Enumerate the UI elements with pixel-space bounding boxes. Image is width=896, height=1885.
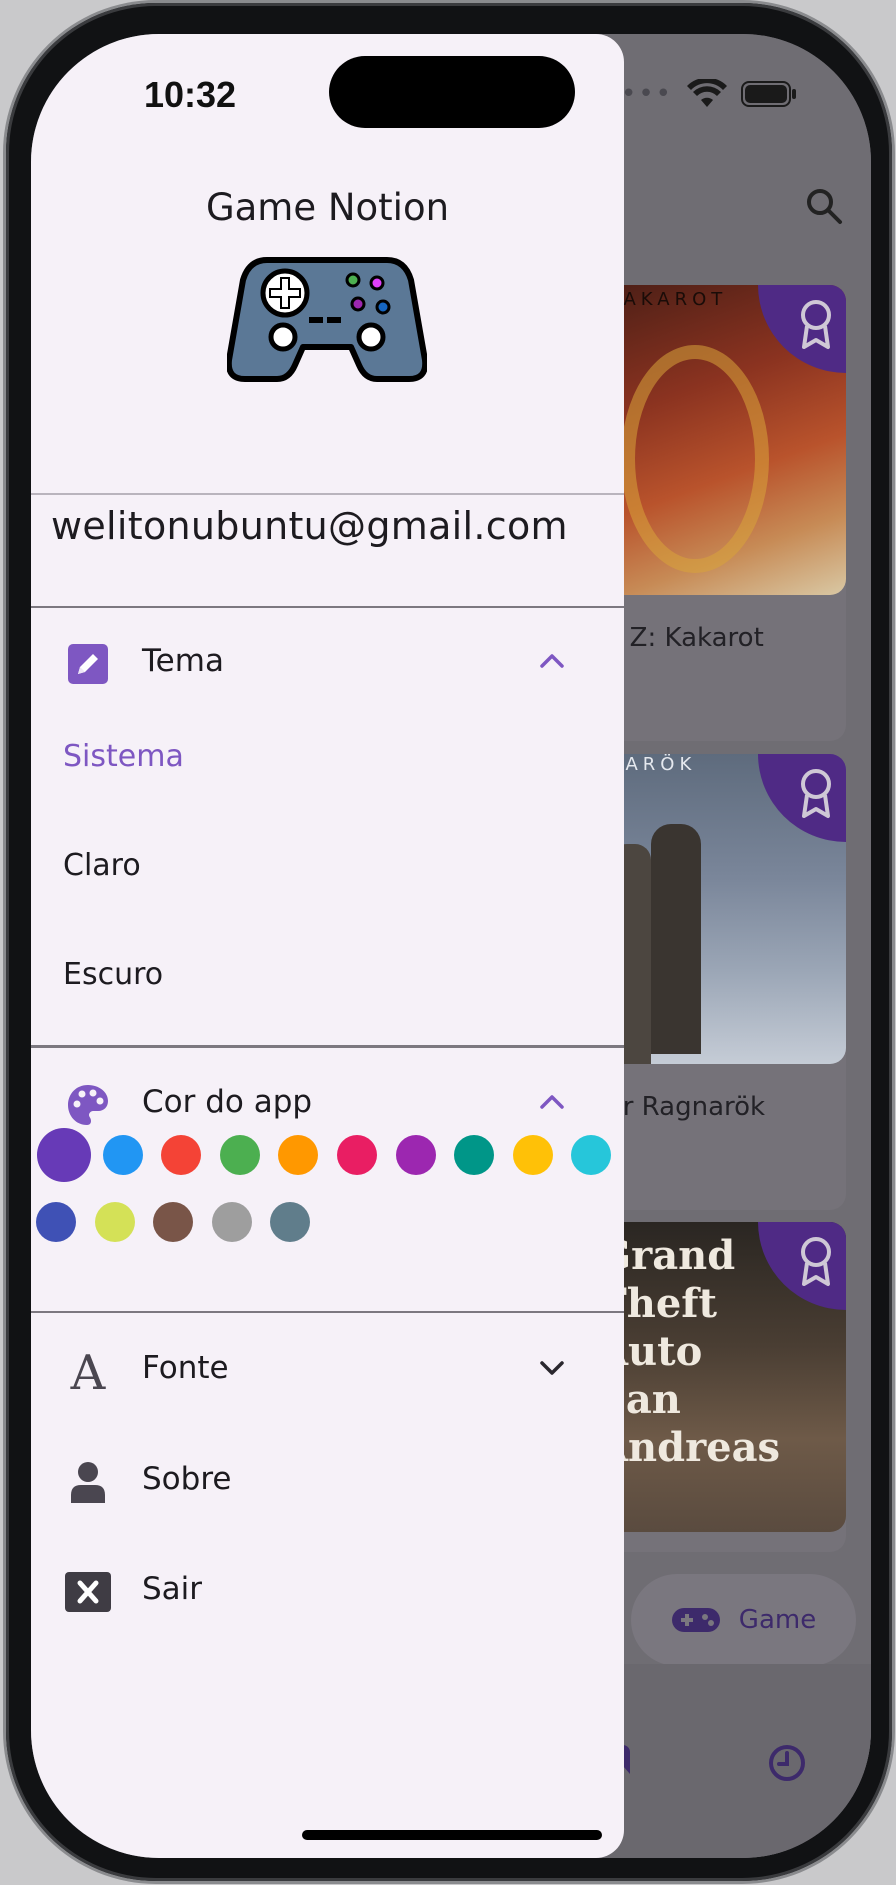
about-item[interactable]: Sobre xyxy=(31,1437,624,1527)
gamepad-icon xyxy=(671,1608,720,1632)
color-swatch[interactable] xyxy=(219,1135,260,1175)
font-section-header[interactable]: A Fonte xyxy=(31,1326,624,1416)
history-icon[interactable] xyxy=(767,1743,807,1783)
color-swatch[interactable] xyxy=(395,1135,436,1175)
divider xyxy=(31,1045,624,1048)
status-icons: •••• xyxy=(604,79,797,109)
divider xyxy=(31,493,624,495)
divider xyxy=(31,606,624,608)
color-swatch[interactable] xyxy=(211,1202,252,1242)
color-label: Cor do app xyxy=(142,1084,313,1120)
award-icon xyxy=(801,1237,831,1286)
color-swatch[interactable] xyxy=(454,1135,495,1175)
color-swatch[interactable] xyxy=(153,1202,193,1242)
chevron-up-icon xyxy=(540,1095,564,1109)
color-swatch[interactable] xyxy=(161,1135,202,1175)
color-swatch[interactable] xyxy=(278,1135,319,1175)
theme-section-header[interactable]: Tema xyxy=(31,619,624,709)
color-swatch[interactable] xyxy=(337,1135,377,1175)
theme-option-system[interactable]: Sistema xyxy=(63,739,184,774)
game-card[interactable]: KAKAROT all Z: Kakarot xyxy=(591,285,846,741)
award-icon xyxy=(801,769,831,818)
navigation-drawer: 10:32 Game Notion welitonubuntu@gmail.co… xyxy=(31,34,624,1858)
divider xyxy=(31,1311,624,1313)
cover-text: KAKAROT xyxy=(607,289,728,310)
theme-label: Tema xyxy=(142,643,224,679)
search-icon[interactable] xyxy=(804,186,844,226)
game-card[interactable]: Grand Theft Auto San Andreas xyxy=(591,1222,846,1552)
home-indicator xyxy=(302,1830,602,1840)
close-box-icon xyxy=(65,1572,111,1612)
dynamic-island xyxy=(329,56,575,128)
logout-item[interactable]: Sair xyxy=(31,1547,624,1637)
user-email: welitonubuntu@gmail.com xyxy=(51,504,568,548)
gamepad-logo-icon xyxy=(227,257,427,382)
game-card[interactable]: NARÖK Var Ragnarök xyxy=(591,754,846,1210)
font-icon: A xyxy=(70,1348,107,1394)
color-swatch[interactable] xyxy=(102,1135,143,1175)
person-icon xyxy=(71,1462,105,1503)
status-time: 10:32 xyxy=(144,74,237,115)
color-swatch[interactable] xyxy=(512,1135,553,1175)
font-label: Fonte xyxy=(142,1350,229,1386)
color-swatch[interactable] xyxy=(571,1135,612,1175)
theme-option-dark[interactable]: Escuro xyxy=(63,957,163,992)
drawer-title: Game Notion xyxy=(205,186,450,229)
chevron-down-icon xyxy=(540,1361,564,1375)
theme-option-light[interactable]: Claro xyxy=(63,848,141,883)
color-swatch[interactable] xyxy=(94,1202,135,1242)
wifi-icon xyxy=(687,79,727,107)
logout-label: Sair xyxy=(142,1571,203,1607)
phone-frame: •••• KAKAROT all Z: Kakarot NARÖK Var Ra… xyxy=(6,3,892,1881)
palette-icon xyxy=(68,1085,108,1125)
edit-icon xyxy=(68,644,108,684)
svg-text:A: A xyxy=(70,1348,107,1394)
award-icon xyxy=(801,300,831,349)
color-swatch[interactable] xyxy=(270,1202,310,1242)
chevron-up-icon xyxy=(540,654,564,668)
color-swatch[interactable] xyxy=(36,1202,76,1242)
battery-icon xyxy=(741,81,796,107)
color-swatch[interactable] xyxy=(37,1128,91,1182)
game-fab-label: Game xyxy=(738,1605,817,1635)
game-fab[interactable]: Game xyxy=(631,1574,856,1666)
screen: •••• KAKAROT all Z: Kakarot NARÖK Var Ra… xyxy=(31,34,871,1858)
about-label: Sobre xyxy=(142,1461,232,1497)
